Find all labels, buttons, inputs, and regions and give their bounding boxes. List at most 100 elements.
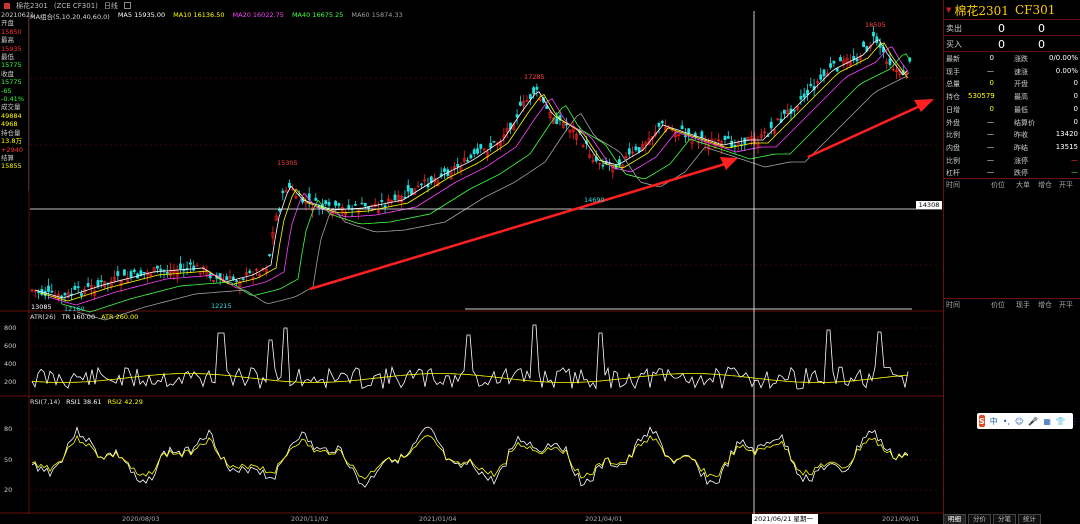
rsi-tick-50: 50 xyxy=(4,456,13,464)
date-label-5: 2021/09/01 xyxy=(882,515,920,523)
candle-body xyxy=(528,94,532,99)
candle-body xyxy=(443,168,446,172)
candle-body xyxy=(393,194,397,201)
stat-label: 开盘 xyxy=(1014,80,1028,89)
trend-arrow-2 xyxy=(807,104,921,159)
stat-value: 0 xyxy=(989,79,994,88)
chart-toolbar: 棉花2301 (ZCE CF301) 日线 xyxy=(0,0,943,11)
stat-value: — xyxy=(1071,155,1078,164)
triangle-down-icon[interactable]: ▼ xyxy=(946,6,951,14)
stat-value: 530579 xyxy=(968,92,995,101)
candle-body xyxy=(627,148,631,155)
panel-tabs: 明细 分价 分笔 统计 xyxy=(943,514,1080,524)
ime-skin-icon[interactable]: 👕 xyxy=(1056,417,1066,426)
stat-value: 0 xyxy=(989,104,994,113)
stat-label: 昨结 xyxy=(1014,143,1028,152)
candle-body xyxy=(799,96,803,100)
bar-info-line: +2940 xyxy=(1,145,23,154)
trend-arrow-1 xyxy=(309,162,726,291)
ime-emoji-icon[interactable]: ☺ xyxy=(1015,417,1023,426)
annotation-peak2: 17285 xyxy=(524,73,545,81)
ma10-label: MA10 16136.50 xyxy=(173,11,225,19)
tab-stats[interactable]: 统计 xyxy=(1018,514,1041,524)
rsi-title[interactable]: RSI(7,14) xyxy=(30,398,60,406)
candle-body xyxy=(50,290,54,293)
candle-body xyxy=(268,254,272,257)
ime-grid-icon[interactable]: ⋮⋮ xyxy=(1071,417,1080,426)
quote-stat-row: 比例 — 涨停 — xyxy=(944,155,1080,168)
col-add-2: 增仓 xyxy=(1038,301,1052,309)
annotation-low-mid: 14690 xyxy=(584,196,605,204)
candle-body xyxy=(47,285,50,292)
candle-body xyxy=(419,183,423,186)
ma-legend-title[interactable]: MA组合(5,10,20,40,60,0) xyxy=(30,11,110,21)
candle-body xyxy=(179,263,182,270)
candle-body xyxy=(835,68,839,72)
candle-body xyxy=(353,204,357,206)
stat-label: 涨停 xyxy=(1014,156,1028,165)
period-label[interactable]: 日线 xyxy=(104,1,118,11)
candle-body xyxy=(80,293,83,296)
ime-punct-icon[interactable]: •, xyxy=(1003,417,1010,426)
stat-value: 0 xyxy=(1073,104,1078,113)
annotation-low1: 12215 xyxy=(211,302,232,310)
atr-tick-400: 400 xyxy=(4,360,17,368)
candle-body xyxy=(479,144,483,149)
stat-label: 涨跌 xyxy=(1014,55,1028,63)
stat-value: — xyxy=(987,168,994,177)
atr-title[interactable]: ATR(26) xyxy=(30,313,56,321)
tab-detail[interactable]: 明细 xyxy=(943,514,966,524)
dropdown-icon[interactable] xyxy=(123,2,131,9)
candle-body xyxy=(535,86,539,90)
ime-lang-icon[interactable]: 中 xyxy=(990,416,998,427)
quote-stat-row: 现手 — 速涨 0.00% xyxy=(944,66,1080,79)
ime-mic-icon[interactable]: 🎤 xyxy=(1028,417,1038,426)
tr-label: TR 160.00 xyxy=(61,313,96,321)
bar-info-line: 49884 xyxy=(1,111,22,120)
symbol-label[interactable]: 棉花2301 xyxy=(16,1,48,11)
cursor-price-label: 14308 xyxy=(916,201,942,209)
candle-body xyxy=(792,109,796,112)
tr-line xyxy=(31,324,909,390)
ma5-label: MA5 15935.00 xyxy=(117,11,166,19)
stat-label: 外盘 xyxy=(946,118,960,127)
ma-legend: MA组合(5,10,20,40,60,0) MA5 15935.00 MA10 … xyxy=(30,11,403,21)
candle-body xyxy=(822,69,826,77)
candle-body xyxy=(337,203,341,206)
ma10-line xyxy=(39,42,909,302)
col-openclose: 开平 xyxy=(1059,181,1073,189)
chart-svg[interactable] xyxy=(0,0,943,524)
date-cursor-label: 2021/06/21 星期一 xyxy=(752,514,818,524)
candle-body xyxy=(683,135,687,138)
ime-keyboard-icon[interactable]: ▦ xyxy=(1043,417,1051,426)
candle-body xyxy=(37,291,41,294)
ime-toolbar[interactable]: S 中 •, ☺ 🎤 ▦ 👕 ⋮⋮ xyxy=(977,413,1080,429)
quote-stat-row: 持仓 530579 最高 0 xyxy=(944,91,1080,104)
candle-body xyxy=(383,205,387,207)
candle-body xyxy=(132,269,136,273)
stat-value: — xyxy=(987,130,994,139)
ma60-line xyxy=(76,72,910,321)
stat-value: 0 xyxy=(1073,79,1078,88)
candle-body xyxy=(872,31,875,37)
stat-value: 0 xyxy=(989,54,994,62)
buy-row[interactable]: 买入 0 0 xyxy=(944,35,1080,52)
kline-chart-area[interactable] xyxy=(0,0,943,524)
candle-body xyxy=(456,164,460,168)
candle-body xyxy=(380,199,384,202)
tab-tick[interactable]: 分笔 xyxy=(993,514,1016,524)
bar-info-line: 结算 xyxy=(1,153,14,162)
stat-value: 13515 xyxy=(1055,142,1078,151)
candle-body xyxy=(518,101,522,106)
sogou-logo-icon[interactable]: S xyxy=(979,415,985,427)
stat-value: 0/0.00% xyxy=(1048,54,1078,62)
stat-value: — xyxy=(987,117,994,126)
candle-body xyxy=(469,154,473,159)
tab-price[interactable]: 分价 xyxy=(968,514,991,524)
stat-label: 比例 xyxy=(946,131,960,140)
sell-row[interactable]: 卖出 0 0 xyxy=(944,19,1080,36)
candle-body xyxy=(73,285,77,290)
quote-stat-row: 外盘 — 结算价 0 xyxy=(944,117,1080,130)
candle-body xyxy=(634,146,638,151)
quote-stat-row: 比例 — 昨收 13420 xyxy=(944,129,1080,142)
